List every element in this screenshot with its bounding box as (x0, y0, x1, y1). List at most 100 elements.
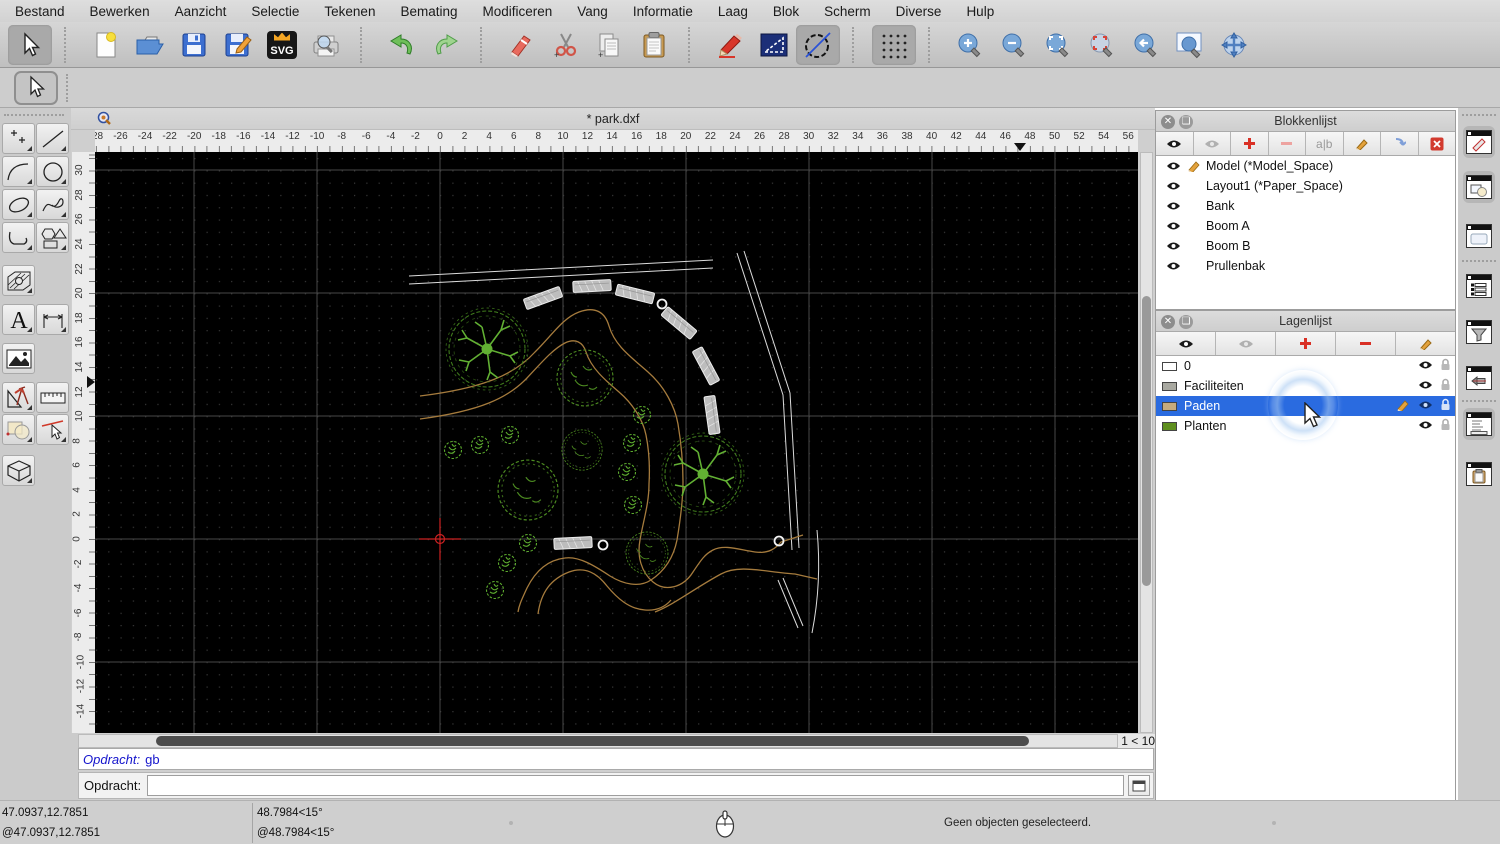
block-list-dock-button[interactable] (1463, 171, 1495, 203)
text-tool-button[interactable]: A (2, 304, 35, 335)
spline-tool-button[interactable] (36, 189, 69, 220)
solid-tools-button[interactable] (2, 455, 35, 486)
delete-button[interactable] (500, 25, 544, 65)
menu-scherm[interactable]: Scherm (824, 4, 871, 19)
lock-icon[interactable] (1440, 378, 1451, 394)
lock-icon[interactable] (1440, 418, 1451, 434)
close-icon[interactable]: ✕ (1161, 314, 1175, 329)
menu-bewerken[interactable]: Bewerken (90, 4, 150, 19)
detach-icon[interactable]: ❏ (1179, 314, 1193, 329)
construction-mode-button[interactable] (796, 24, 840, 65)
draft-mode-button[interactable] (708, 25, 752, 65)
show-all-layers-button[interactable] (1156, 332, 1216, 355)
hatch-tool-button[interactable] (2, 265, 35, 296)
menu-blok[interactable]: Blok (773, 4, 799, 19)
eye-icon[interactable] (1418, 419, 1433, 433)
save-button[interactable] (172, 25, 216, 65)
lock-icon[interactable] (1440, 398, 1451, 414)
eye-icon[interactable] (1162, 161, 1184, 171)
edit-block-button[interactable] (1344, 132, 1381, 155)
new-file-button[interactable] (84, 25, 128, 65)
save-as-button[interactable] (216, 25, 260, 65)
undo-button[interactable] (380, 25, 424, 65)
polyline-tool-button[interactable] (2, 222, 35, 253)
eye-icon[interactable] (1162, 241, 1184, 251)
horizontal-scrollbar-thumb[interactable] (156, 736, 1029, 746)
eye-icon[interactable] (1162, 201, 1184, 211)
menu-bemating[interactable]: Bemating (400, 4, 457, 19)
zoom-window-button[interactable] (1168, 25, 1212, 65)
layer-color-swatch[interactable] (1162, 361, 1177, 371)
layer-color-swatch[interactable] (1162, 381, 1177, 391)
menu-selectie[interactable]: Selectie (251, 4, 299, 19)
menu-aanzicht[interactable]: Aanzicht (175, 4, 227, 19)
menu-tekenen[interactable]: Tekenen (324, 4, 375, 19)
print-preview-button[interactable] (304, 25, 348, 65)
show-all-blocks-button[interactable] (1156, 132, 1194, 155)
library-browser-dock-button[interactable] (1463, 220, 1495, 252)
menu-diverse[interactable]: Diverse (896, 4, 942, 19)
insert-block-button[interactable] (1381, 132, 1419, 155)
menu-laag[interactable]: Laag (718, 4, 748, 19)
command-line-dock-button[interactable] (1463, 408, 1495, 440)
add-layer-button[interactable] (1276, 332, 1336, 355)
ellipse-tool-button[interactable] (2, 189, 35, 220)
pattern-viewer-dock-button[interactable] (1463, 362, 1495, 394)
block-tools-button[interactable] (2, 414, 35, 445)
command-options-button[interactable] (1128, 775, 1150, 796)
eye-icon[interactable] (1162, 261, 1184, 271)
arc-tool-button[interactable] (2, 156, 35, 187)
layer-color-swatch[interactable] (1162, 421, 1177, 431)
hide-all-layers-button[interactable] (1216, 332, 1276, 355)
current-tool-indicator[interactable] (14, 71, 58, 105)
vertical-scrollbar-thumb[interactable] (1142, 296, 1151, 586)
detach-icon[interactable]: ❏ (1179, 114, 1193, 129)
point-tool-button[interactable] (2, 123, 35, 154)
line-tool-button[interactable] (36, 123, 69, 154)
menu-hulp[interactable]: Hulp (966, 4, 994, 19)
selection-filter-dock-button[interactable] (1463, 316, 1495, 348)
select-tool-button[interactable] (8, 24, 52, 65)
zoom-previous-view-button[interactable] (1080, 25, 1124, 65)
image-tool-button[interactable] (2, 343, 35, 374)
vertical-scrollbar[interactable] (1140, 152, 1153, 733)
hide-all-blocks-button[interactable] (1194, 132, 1231, 155)
layer-list-dock-button[interactable] (1463, 126, 1495, 158)
close-icon[interactable]: ✕ (1161, 114, 1175, 129)
horizontal-scrollbar[interactable] (78, 734, 1118, 748)
eye-icon[interactable] (1418, 379, 1433, 393)
command-input[interactable] (147, 775, 1124, 796)
menu-bestand[interactable]: Bestand (15, 4, 65, 19)
paste-button[interactable] (632, 25, 676, 65)
property-editor-dock-button[interactable] (1463, 270, 1495, 302)
block-row-prullenbak[interactable]: Prullenbak (1156, 256, 1455, 276)
menu-modificeren[interactable]: Modificeren (483, 4, 553, 19)
block-row-model[interactable]: Model (*Model_Space) (1156, 156, 1455, 176)
block-row-boom-a[interactable]: Boom A (1156, 216, 1455, 236)
block-row-layout1[interactable]: Layout1 (*Paper_Space) (1156, 176, 1455, 196)
redo-button[interactable] (424, 25, 468, 65)
rename-block-button[interactable]: a|b (1306, 132, 1344, 155)
remove-block-button[interactable] (1269, 132, 1306, 155)
menu-informatie[interactable]: Informatie (633, 4, 693, 19)
drawing-area[interactable] (95, 152, 1138, 733)
eye-icon[interactable] (1418, 359, 1433, 373)
draft-tools-button[interactable] (2, 382, 35, 413)
eye-icon[interactable] (1418, 399, 1433, 413)
zoom-auto-button[interactable] (1036, 25, 1080, 65)
pan-button[interactable] (1212, 25, 1256, 65)
grid-toggle-button[interactable] (872, 24, 916, 65)
zoom-back-button[interactable] (1124, 25, 1168, 65)
modify-tools-button[interactable] (36, 414, 69, 445)
layer-color-swatch[interactable] (1162, 401, 1177, 411)
lock-icon[interactable] (1440, 358, 1451, 374)
add-block-button[interactable] (1231, 132, 1269, 155)
shape-tool-button[interactable] (36, 222, 69, 253)
eye-icon[interactable] (1162, 181, 1184, 191)
open-file-button[interactable] (128, 25, 172, 65)
edit-layer-button[interactable] (1396, 332, 1455, 355)
circle-tool-button[interactable] (36, 156, 69, 187)
block-row-bank[interactable]: Bank (1156, 196, 1455, 216)
svg-export-button[interactable]: SVG (260, 25, 304, 65)
clipboard-dock-button[interactable] (1463, 458, 1495, 490)
